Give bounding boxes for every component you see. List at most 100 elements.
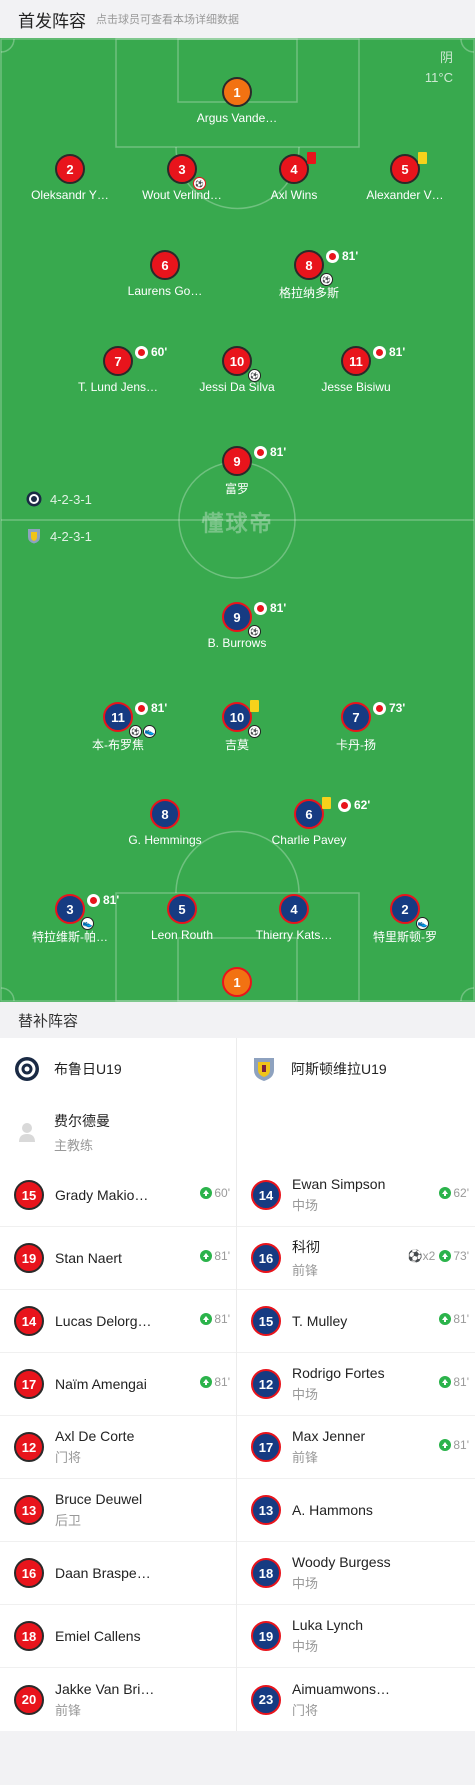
substitute-info: Max Jenner 前锋 — [292, 1428, 402, 1466]
home-player-name: 富罗 — [224, 482, 249, 496]
away-player-name: 卡丹-扬 — [336, 738, 376, 752]
away-substitute-row[interactable]: 12 Rodrigo Fortes 中场 81' — [237, 1353, 475, 1416]
player-events: ⚽ — [248, 725, 262, 738]
substitute-number: 17 — [14, 1369, 44, 1399]
substitute-name: Grady Makio… — [55, 1187, 149, 1203]
away-player-number: 3 81' 👟 — [55, 893, 119, 930]
away-player[interactable]: 9 81' ⚽ B. Burrows — [177, 601, 297, 650]
sub-off-icon — [254, 445, 267, 459]
substitute-name: Aimuamwons… — [292, 1680, 391, 1697]
home-substitute-row[interactable]: 18 Emiel Callens — [0, 1605, 236, 1668]
goal-count: ⚽ x2 — [408, 1249, 436, 1263]
home-substitute-row[interactable]: 19 Stan Naert 81' — [0, 1227, 236, 1290]
sub-off-minute: 73' — [389, 701, 406, 715]
away-player[interactable]: 4 Thierry Kats… — [234, 894, 354, 942]
sub-on-minute: 81' — [214, 1249, 230, 1263]
home-substitute-row[interactable]: 14 Lucas Delorg… 81' — [0, 1290, 236, 1353]
home-player[interactable]: 7 60' T. Lund Jens… — [58, 345, 178, 394]
substitute-info: Luka Lynch 中场 — [292, 1617, 402, 1655]
home-player[interactable]: 2 Oleksandr Y… — [10, 154, 130, 202]
away-substitute-row[interactable]: 18 Woody Burgess 中场 — [237, 1542, 475, 1605]
substitute-info: A. Hammons — [292, 1502, 402, 1518]
home-substitute-row[interactable]: 12 Axl De Corte 门将 — [0, 1416, 236, 1479]
home-substitute-row[interactable]: 17 Naïm Amengai 81' — [0, 1353, 236, 1416]
player-events: ⚽ — [193, 177, 207, 190]
home-player[interactable]: 11 81' Jesse Bisiwu — [296, 345, 416, 394]
home-player[interactable]: 5 Alexander V… — [345, 152, 465, 202]
away-substitute-row[interactable]: 15 T. Mulley 81' — [237, 1290, 475, 1353]
home-substitute-row[interactable]: 16 Daan Braspe… — [0, 1542, 236, 1605]
substitute-name: Luka Lynch — [292, 1617, 364, 1633]
sub-off-minute: 81' — [151, 701, 168, 715]
sub-on-minute: 81' — [453, 1312, 469, 1326]
home-substitute-row[interactable]: 15 Grady Makio… 60' — [0, 1164, 236, 1227]
substitute-events: 81' — [439, 1375, 469, 1389]
away-substitutes: 阿斯顿维拉U19 14 Ewan Simpson 中场 62' 16 科彻 前锋 ⚽ x2 73'… — [237, 1038, 475, 1731]
substitute-number: 14 — [251, 1180, 281, 1210]
home-player-name: Laurens Go… — [127, 284, 203, 298]
substitute-info: Naïm Amengai — [55, 1376, 165, 1392]
home-team-header[interactable]: 布鲁日U19 — [0, 1038, 236, 1100]
substitute-position: 前锋 — [292, 1263, 319, 1278]
away-substitute-row[interactable]: 23 Aimuamwons… 门将 — [237, 1668, 475, 1731]
home-player[interactable]: 1 Argus Vande… — [177, 77, 297, 125]
substitute-info: Bruce Deuwel 后卫 — [55, 1491, 165, 1529]
away-player-number: 8 — [150, 799, 180, 829]
substitute-events: 60' — [200, 1186, 230, 1200]
home-player[interactable]: 3 ⚽ Wout Verlind… — [122, 154, 242, 202]
away-player-number: 1 — [222, 967, 252, 997]
sub-off-icon — [87, 893, 100, 907]
home-player-number: 11 81' — [341, 345, 405, 376]
goal-icon: ⚽ — [248, 369, 261, 382]
away-player[interactable]: 2 👟 特里斯顿-罗 — [345, 894, 465, 945]
away-player[interactable]: 6 62' Charlie Pavey — [249, 797, 370, 847]
substitute-number: 12 — [14, 1432, 44, 1462]
away-player-number: 6 62' — [294, 797, 370, 829]
away-team-header[interactable]: 阿斯顿维拉U19 — [237, 1038, 475, 1100]
home-player[interactable]: 8 81' ⚽ 格拉纳多斯 — [249, 249, 369, 301]
sub-off-icon — [135, 345, 148, 359]
home-coach[interactable]: 费尔德曼 主教练 — [0, 1100, 236, 1164]
club-brugge-crest-icon — [26, 491, 42, 507]
substitute-info: T. Mulley — [292, 1313, 402, 1329]
substitute-name: T. Mulley — [292, 1313, 348, 1329]
goal-count-text: x2 — [422, 1249, 436, 1263]
yellow-card-icon — [250, 700, 259, 712]
away-player[interactable]: 8 G. Hemmings — [105, 799, 225, 847]
weather-info: 阴 11°C — [425, 48, 453, 88]
home-player[interactable]: 4 Axl Wins — [234, 152, 354, 202]
home-player-number: 5 — [390, 152, 427, 184]
red-card-icon — [307, 152, 316, 164]
player-events: 👟 — [81, 917, 95, 930]
away-player[interactable]: 1 普罗克特 — [177, 967, 297, 1002]
substitute-name: Naïm Amengai — [55, 1376, 147, 1392]
home-player[interactable]: 9 81' 富罗 — [177, 445, 297, 497]
away-formation: 4-2-3-1 — [26, 528, 92, 544]
home-player[interactable]: 6 Laurens Go… — [105, 250, 225, 298]
away-player-name: 本-布罗焦 — [92, 738, 144, 752]
substitute-info: Emiel Callens — [55, 1628, 165, 1644]
away-substitute-row[interactable]: 13 A. Hammons — [237, 1479, 475, 1542]
away-substitute-row[interactable]: 19 Luka Lynch 中场 — [237, 1605, 475, 1668]
substitute-position: 后卫 — [55, 1513, 82, 1528]
sub-on-minute: 62' — [453, 1186, 469, 1200]
yellow-card-icon — [322, 797, 331, 809]
substitute-info: Ewan Simpson 中场 — [292, 1176, 402, 1214]
substitute-info: 科彻 前锋 — [292, 1237, 402, 1279]
away-substitute-row[interactable]: 17 Max Jenner 前锋 81' — [237, 1416, 475, 1479]
away-player[interactable]: 5 Leon Routh — [122, 894, 242, 942]
substitute-name: Ewan Simpson — [292, 1176, 386, 1192]
substitute-name: Woody Burgess — [292, 1554, 391, 1570]
substitute-position: 中场 — [292, 1576, 319, 1591]
away-player[interactable]: 7 73' 卡丹-扬 — [296, 701, 416, 753]
home-substitute-row[interactable]: 13 Bruce Deuwel 后卫 — [0, 1479, 236, 1542]
away-player-number: 4 — [279, 894, 309, 924]
away-player[interactable]: 3 81' 👟 特拉维斯-帕… — [10, 893, 130, 945]
home-substitute-row[interactable]: 20 Jakke Van Bri… 前锋 — [0, 1668, 236, 1731]
away-player[interactable]: 11 81' ⚽ 👟 本-布罗焦 — [58, 701, 178, 753]
away-substitute-row[interactable]: 14 Ewan Simpson 中场 62' — [237, 1164, 475, 1227]
home-coach-name: 费尔德曼 — [54, 1112, 110, 1129]
away-player[interactable]: 10 ⚽ 吉莫 — [177, 700, 297, 753]
away-substitute-row[interactable]: 16 科彻 前锋 ⚽ x2 73' — [237, 1227, 475, 1290]
home-player[interactable]: 10 ⚽ Jessi Da Silva — [177, 346, 297, 394]
